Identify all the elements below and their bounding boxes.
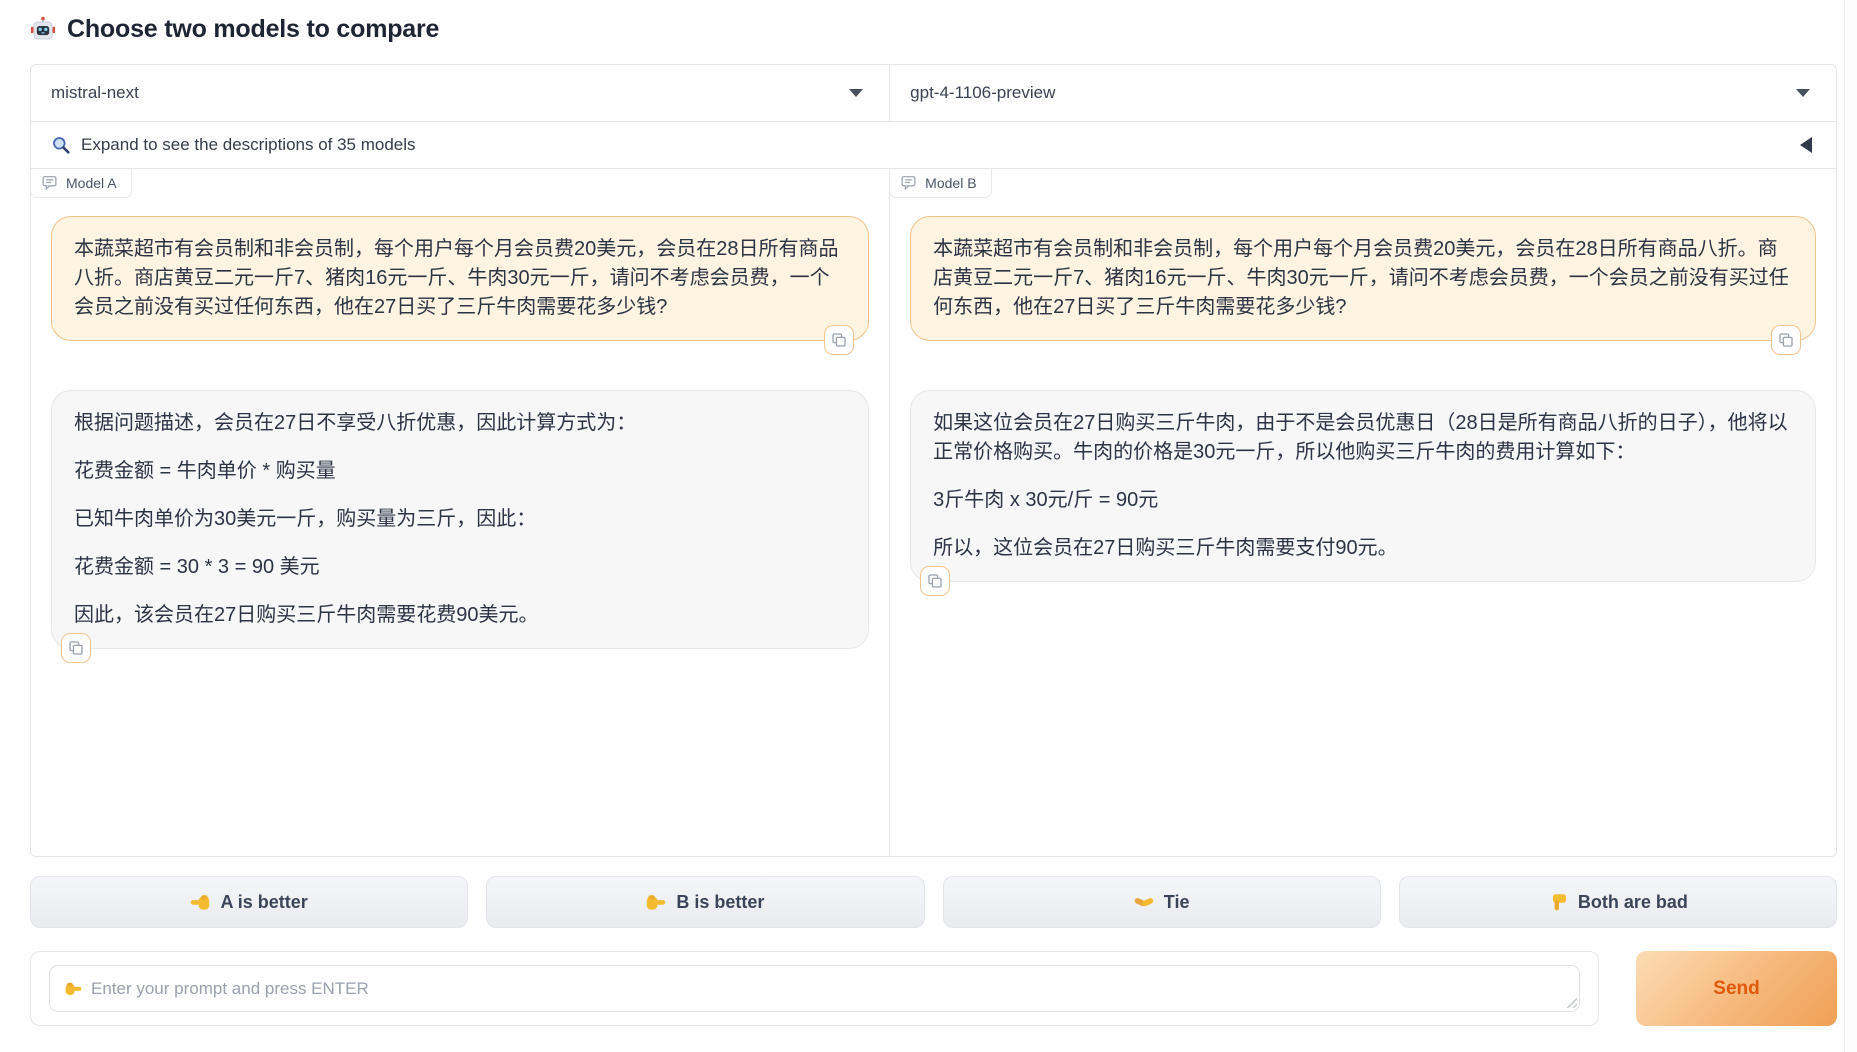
textarea-resize-handle[interactable]	[1566, 997, 1577, 1008]
page-header: Choose two models to compare	[30, 0, 1837, 45]
chat-panels: Model A 本蔬菜超市有会员制和非会员制，每个用户每个月会员费20美元，会员…	[31, 168, 1836, 856]
compare-board: mistral-next gpt-4-1106-preview	[30, 64, 1837, 857]
comment-icon	[42, 175, 57, 190]
response-paragraph: 如果这位会员在27日购买三斤牛肉，由于不是会员优惠日（28日是所有商品八折的日子…	[933, 409, 1793, 467]
copy-icon	[927, 573, 943, 589]
robot-icon	[30, 16, 56, 42]
response-paragraph: 花费金额 = 30 * 3 = 90 美元	[74, 553, 846, 582]
copy-button[interactable]	[920, 566, 950, 596]
point-left-icon	[190, 892, 210, 912]
model-a-panel: Model A 本蔬菜超市有会员制和非会员制，每个用户每个月会员费20美元，会员…	[31, 169, 890, 856]
comment-icon	[901, 175, 916, 190]
model-a-dropdown-value: mistral-next	[51, 83, 139, 103]
copy-icon	[831, 332, 847, 348]
vote-button-row: A is better B is better	[30, 876, 1837, 928]
model-selector-row: mistral-next gpt-4-1106-preview	[31, 65, 1836, 121]
response-paragraph: 根据问题描述，会员在27日不享受八折优惠，因此计算方式为：	[74, 409, 846, 438]
chevron-down-icon	[849, 89, 863, 97]
page-scrollbar[interactable]	[1844, 0, 1857, 1052]
point-right-icon	[646, 892, 666, 912]
magnifier-icon	[51, 135, 71, 155]
copy-button[interactable]	[824, 325, 854, 355]
model-b-response-bubble: 如果这位会员在27日购买三斤牛肉，由于不是会员优惠日（28日是所有商品八折的日子…	[910, 390, 1816, 582]
user-message-text: 本蔬菜超市有会员制和非会员制，每个用户每个月会员费20美元，会员在28日所有商品…	[74, 235, 846, 322]
copy-button[interactable]	[1771, 325, 1801, 355]
user-message-text: 本蔬菜超市有会员制和非会员制，每个用户每个月会员费20美元，会员在28日所有商品…	[933, 235, 1793, 322]
arena-compare-page: Choose two models to compare mistral-nex…	[0, 0, 1857, 1052]
copy-button[interactable]	[61, 633, 91, 663]
chevron-down-icon	[1796, 89, 1810, 97]
model-b-dropdown-value: gpt-4-1106-preview	[910, 83, 1055, 103]
both-are-bad-button[interactable]: Both are bad	[1399, 876, 1837, 928]
model-a-tab-label: Model A	[66, 175, 117, 191]
response-paragraph: 因此，该会员在27日购买三斤牛肉需要花费90美元。	[74, 601, 846, 630]
model-a-tab: Model A	[30, 169, 132, 198]
model-b-tab-label: Model B	[925, 175, 976, 191]
composer-row: Enter your prompt and press ENTER Send	[30, 951, 1837, 1026]
vote-label: Tie	[1164, 892, 1190, 913]
user-message-bubble: 本蔬菜超市有会员制和非会员制，每个用户每个月会员费20美元，会员在28日所有商品…	[51, 216, 869, 341]
vote-label: A is better	[220, 892, 307, 913]
vote-label: Both are bad	[1578, 892, 1688, 913]
prompt-input[interactable]	[49, 965, 1580, 1012]
a-is-better-button[interactable]: A is better	[30, 876, 468, 928]
b-is-better-button[interactable]: B is better	[486, 876, 924, 928]
model-descriptions-accordion[interactable]: Expand to see the descriptions of 35 mod…	[31, 121, 1836, 168]
send-button[interactable]: Send	[1636, 951, 1837, 1026]
user-message-bubble: 本蔬菜超市有会员制和非会员制，每个用户每个月会员费20美元，会员在28日所有商品…	[910, 216, 1816, 341]
accordion-label: Expand to see the descriptions of 35 mod…	[81, 135, 416, 155]
model-a-response-bubble: 根据问题描述，会员在27日不享受八折优惠，因此计算方式为： 花费金额 = 牛肉单…	[51, 390, 869, 649]
response-paragraph: 3斤牛肉 x 30元/斤 = 90元	[933, 486, 1793, 515]
model-b-panel: Model B 本蔬菜超市有会员制和非会员制，每个用户每个月会员费20美元，会员…	[890, 169, 1836, 856]
tie-button[interactable]: Tie	[943, 876, 1381, 928]
handshake-icon	[1134, 892, 1154, 912]
chevron-left-icon[interactable]	[1800, 137, 1812, 153]
response-paragraph: 花费金额 = 牛肉单价 * 购买量	[74, 457, 846, 486]
model-b-tab: Model B	[889, 169, 991, 198]
copy-icon	[68, 640, 84, 656]
model-b-dropdown[interactable]: gpt-4-1106-preview	[890, 65, 1836, 121]
prompt-box: Enter your prompt and press ENTER	[30, 951, 1599, 1026]
response-paragraph: 已知牛肉单价为30美元一斤，购买量为三斤，因此：	[74, 505, 846, 534]
response-paragraph: 所以，这位会员在27日购买三斤牛肉需要支付90元。	[933, 534, 1793, 563]
thumbs-down-icon	[1548, 892, 1568, 912]
model-a-dropdown[interactable]: mistral-next	[31, 65, 890, 121]
page-title: Choose two models to compare	[67, 15, 439, 44]
copy-icon	[1778, 332, 1794, 348]
vote-label: B is better	[676, 892, 764, 913]
